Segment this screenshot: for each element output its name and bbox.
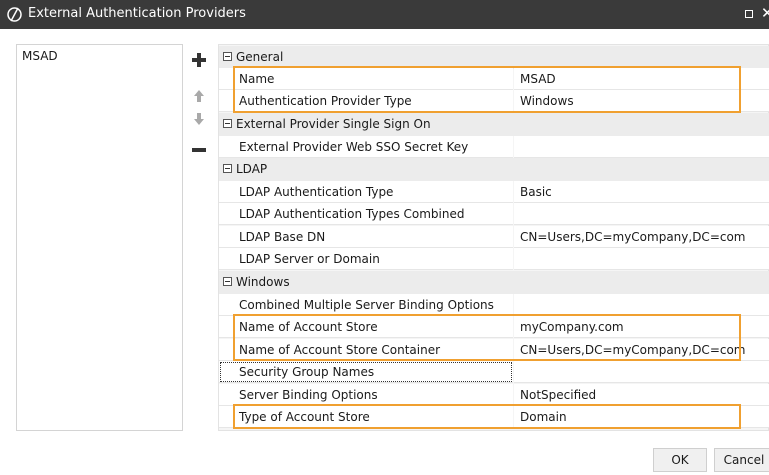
collapse-toggle-icon[interactable]	[223, 164, 232, 173]
property-name: Name	[219, 68, 513, 90]
category-windows[interactable]: Windows	[219, 271, 769, 294]
property-row[interactable]: Server Binding Options NotSpecified	[219, 384, 769, 407]
property-name: LDAP Base DN	[219, 226, 513, 248]
cancel-button[interactable]: Cancel	[714, 448, 769, 472]
window-title: External Authentication Providers	[28, 6, 246, 21]
slashed-circle-logo	[7, 7, 22, 22]
property-name: LDAP Authentication Type	[219, 181, 513, 203]
property-value[interactable]: NotSpecified	[514, 384, 769, 406]
property-value[interactable]	[514, 203, 769, 225]
property-value[interactable]: Basic	[514, 181, 769, 203]
property-name: Authentication Provider Type	[219, 90, 513, 112]
ok-button[interactable]: OK	[653, 448, 707, 472]
property-row[interactable]: Name of Account Store myCompany.com	[219, 316, 769, 339]
property-name: Server Binding Options	[219, 384, 513, 406]
property-name: Name of Account Store	[219, 316, 513, 338]
property-row-selected[interactable]: Security Group Names	[219, 361, 769, 384]
property-value[interactable]: Domain	[514, 406, 769, 428]
property-value[interactable]	[514, 136, 769, 158]
property-value[interactable]: Windows	[514, 90, 769, 112]
property-row[interactable]: Combined Multiple Server Binding Options	[219, 294, 769, 317]
property-value[interactable]: CN=Users,DC=myCompany,DC=com	[514, 226, 769, 248]
collapse-toggle-icon[interactable]	[223, 277, 232, 286]
property-row[interactable]: LDAP Authentication Types Combined	[219, 203, 769, 226]
arrow-down-icon[interactable]	[191, 111, 207, 127]
plus-icon[interactable]	[191, 52, 207, 68]
category-label: External Provider Single Sign On	[236, 117, 431, 131]
category-external-sso[interactable]: External Provider Single Sign On	[219, 113, 769, 136]
category-general[interactable]: General	[219, 46, 769, 69]
category-label: LDAP	[236, 162, 268, 176]
maximize-icon[interactable]	[745, 10, 753, 18]
property-name: LDAP Server or Domain	[219, 248, 513, 270]
property-name: Type of Account Store	[219, 406, 513, 428]
property-row[interactable]: Authentication Provider Type Windows	[219, 90, 769, 113]
property-name: External Provider Web SSO Secret Key	[219, 136, 513, 158]
property-grid: General Name MSAD Authentication Provide…	[218, 44, 769, 431]
property-value[interactable]	[514, 361, 769, 383]
collapse-toggle-icon[interactable]	[223, 119, 232, 128]
category-label: General	[236, 50, 284, 64]
property-value[interactable]	[514, 248, 769, 270]
property-row[interactable]: LDAP Authentication Type Basic	[219, 181, 769, 204]
title-bar: External Authentication Providers ✕	[0, 0, 769, 29]
property-row[interactable]: Name of Account Store Container CN=Users…	[219, 339, 769, 362]
category-ldap[interactable]: LDAP	[219, 158, 769, 181]
provider-list[interactable]: MSAD	[16, 44, 183, 431]
property-name: Combined Multiple Server Binding Options	[219, 294, 513, 316]
property-value[interactable]: myCompany.com	[514, 316, 769, 338]
minus-icon[interactable]	[191, 142, 207, 158]
property-row[interactable]: LDAP Base DN CN=Users,DC=myCompany,DC=co…	[219, 226, 769, 249]
close-icon[interactable]: ✕	[761, 4, 769, 22]
property-row[interactable]: External Provider Web SSO Secret Key	[219, 136, 769, 159]
property-row[interactable]: LDAP Server or Domain	[219, 248, 769, 271]
property-name: Security Group Names	[219, 361, 513, 383]
list-item-msad[interactable]: MSAD	[22, 49, 58, 63]
property-name: Name of Account Store Container	[219, 339, 513, 361]
arrow-up-icon[interactable]	[191, 88, 207, 104]
category-label: Windows	[236, 275, 290, 289]
collapse-toggle-icon[interactable]	[223, 52, 232, 61]
property-name: LDAP Authentication Types Combined	[219, 203, 513, 225]
property-row[interactable]: Name MSAD	[219, 68, 769, 91]
property-row[interactable]: Type of Account Store Domain	[219, 406, 769, 429]
property-value[interactable]	[514, 294, 769, 316]
property-value[interactable]: CN=Users,DC=myCompany,DC=com	[514, 339, 769, 361]
property-value[interactable]: MSAD	[514, 68, 769, 90]
